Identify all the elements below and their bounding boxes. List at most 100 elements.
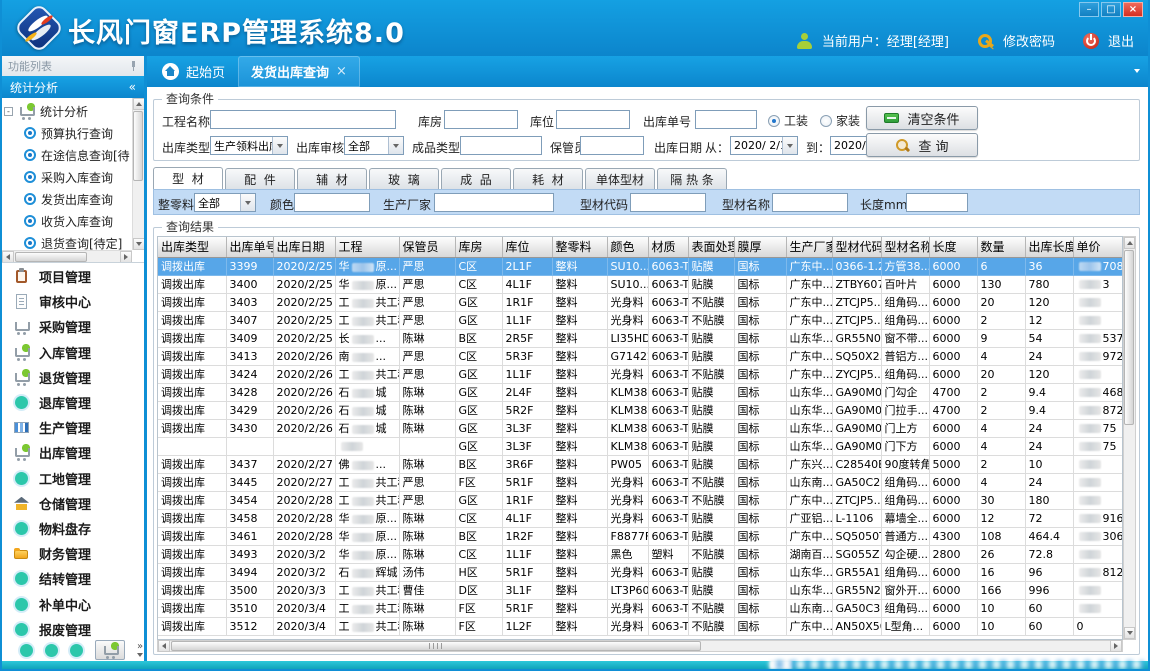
column-header[interactable]: 数量 [977,237,1025,257]
table-row[interactable]: 调拨出库35122020/3/4工共工程陈琳F区1L2F整料光身料6063-T5… [158,617,1123,635]
whole-part-select[interactable]: 全部 [194,193,256,212]
product-type-input[interactable] [460,136,542,155]
tree-item[interactable]: 预算执行查询 [4,122,132,144]
tab-active-document[interactable]: 发货出库查询× [238,56,360,87]
column-header[interactable]: 长度 [929,237,977,257]
table-row[interactable]: G区3L3F整料KLM38176063-T5贴膜国标山东华...GA90M09.… [158,437,1123,455]
grid-horizontal-scrollbar[interactable] [157,640,1123,652]
table-row[interactable]: 调拨出库35002020/3/3工共工程曹佳D区3L1F整料LT3P606063… [158,581,1123,599]
maximize-button[interactable]: □ [1101,2,1121,17]
material-tab[interactable]: 玻 璃 [369,168,439,189]
column-header[interactable]: 库房 [455,237,502,257]
material-tab[interactable]: 配 件 [225,168,295,189]
order-no-input[interactable] [695,110,757,129]
table-row[interactable]: 调拨出库34072020/2/25工共工程严思G区1L1F整料光身料6063-T… [158,311,1123,329]
column-header[interactable]: 膜厚 [734,237,786,257]
tree-item[interactable]: 发货出库查询 [4,188,132,210]
tree-item[interactable]: 退货查询[待定] [4,232,132,250]
radio-gongzhuang[interactable]: 工装 [768,112,808,129]
column-header[interactable]: 型材名称 [881,237,929,257]
table-row[interactable]: 调拨出库34002020/2/25华原...严思C区4L1F整料SU10...6… [158,275,1123,293]
stats-group-header[interactable]: 统计分析 « [2,76,144,98]
table-row[interactable]: 调拨出库34932020/3/2华原...陈琳C区1L1F整料黑色塑料不贴膜国标… [158,545,1123,563]
tree-item[interactable]: 收货入库查询 [4,210,132,232]
column-header[interactable]: 单价 [1073,237,1123,257]
column-header[interactable]: 出库单号 [226,237,273,257]
more-modules-button[interactable]: » [137,643,143,657]
length-input[interactable] [906,193,968,212]
location-input[interactable] [556,110,630,129]
table-row[interactable]: 调拨出库34942020/3/2石辉城汤伟H区5R1F整料光身料6063-T5贴… [158,563,1123,581]
keeper-input[interactable] [580,136,644,155]
column-header[interactable]: 整零料 [552,237,607,257]
out-type-select[interactable]: 生产领料出库 [210,136,288,155]
column-header[interactable]: 工程 [335,237,399,257]
table-row[interactable]: 调拨出库34452020/2/27工共工程严思F区5R1F整料光身料6063-T… [158,473,1123,491]
out-audit-select[interactable]: 全部 [344,136,404,155]
tree-item[interactable]: 在途信息查询[待 [4,144,132,166]
change-password-link[interactable]: 修改密码 [1003,31,1055,50]
column-header[interactable]: 出库日期 [273,237,335,257]
table-row[interactable]: 调拨出库34372020/2/27佛...陈琳B区3R6F整料PW056063-… [158,455,1123,473]
profile-name-input[interactable] [772,193,848,212]
column-header[interactable]: 材质 [648,237,688,257]
tab-close-icon[interactable]: × [336,64,347,79]
module-item[interactable]: 出库管理 [2,440,144,465]
module-dot-icon[interactable] [20,644,33,657]
column-header[interactable]: 生产厂家 [786,237,832,257]
table-row[interactable]: 调拨出库34242020/2/26工共工程严思G区1L1F整料光身料6063-T… [158,365,1123,383]
minimize-button[interactable]: – [1079,2,1099,17]
module-item[interactable]: 退库管理 [2,390,144,415]
module-item[interactable]: 审核中心 [2,289,144,314]
module-item[interactable]: 项目管理 [2,264,144,289]
module-item[interactable]: 退货管理 [2,365,144,390]
tree-root-statistics[interactable]: -统计分析 [4,100,132,122]
pin-icon[interactable] [128,61,138,71]
module-dot-icon[interactable] [45,644,58,657]
module-item[interactable]: 生产管理 [2,415,144,440]
module-item[interactable]: 结转管理 [2,566,144,591]
manufacturer-input[interactable] [434,193,554,212]
table-row[interactable]: 调拨出库34302020/2/26石城陈琳G区3L3F整料KLM38176063… [158,419,1123,437]
collapse-icon[interactable]: « [129,80,136,94]
grid-vertical-scrollbar[interactable] [1123,236,1136,640]
column-header[interactable]: 颜色 [607,237,648,257]
table-row[interactable]: 调拨出库34612020/2/28华原...陈琳B区1R2F整料F8877FT6… [158,527,1123,545]
tree-item[interactable]: 采购入库查询 [4,166,132,188]
color-input[interactable] [294,193,370,212]
table-row[interactable]: 调拨出库35102020/3/4工共工程陈琳F区5R1F整料光身料6063-T5… [158,599,1123,617]
tab-home[interactable]: 起始页 [149,56,238,87]
column-header[interactable]: 出库类型 [158,237,226,257]
module-item[interactable]: 入库管理 [2,340,144,365]
project-name-input[interactable] [210,110,396,129]
logout-link[interactable]: 退出 [1108,31,1134,50]
material-tab[interactable]: 耗 材 [513,168,583,189]
column-header[interactable]: 型材代码 [832,237,881,257]
material-tab[interactable]: 辅 材 [297,168,367,189]
module-item[interactable]: 财务管理 [2,541,144,566]
module-item[interactable]: 采购管理 [2,314,144,339]
column-header[interactable]: 库位 [502,237,552,257]
material-tab[interactable]: 成 品 [441,168,511,189]
table-row[interactable]: 调拨出库34292020/2/26石城陈琳G区5R2F整料KLM38176063… [158,401,1123,419]
module-item[interactable]: 工地管理 [2,466,144,491]
table-row[interactable]: 调拨出库34132020/2/26南...严思C区5R3F整料G71422606… [158,347,1123,365]
module-item[interactable]: 物料盘存 [2,516,144,541]
table-row[interactable]: 调拨出库33992020/2/25华原...严思C区2L1F整料SU10...6… [158,257,1123,275]
module-item[interactable]: 报废管理 [2,617,144,639]
close-button[interactable]: × [1123,2,1143,17]
module-dot-icon[interactable] [70,644,83,657]
module-item[interactable]: 补单中心 [2,591,144,616]
material-tab[interactable]: 型 材 [153,167,223,189]
material-tab[interactable]: 单体型材 [585,168,655,189]
tree-expander-icon[interactable]: - [4,107,13,116]
cart-module-button[interactable] [95,640,125,660]
radio-jiazhuang[interactable]: 家装 [820,112,860,129]
table-row[interactable]: 调拨出库34282020/2/26石城陈琳G区2L4F整料KLM38176063… [158,383,1123,401]
column-header[interactable]: 出库长度 [1025,237,1073,257]
table-row[interactable]: 调拨出库34092020/2/25长...陈琳B区2R5F整料LI35HD606… [158,329,1123,347]
material-tab[interactable]: 隔 热 条 [657,168,727,189]
clear-conditions-button[interactable]: 清空条件 [866,106,978,130]
date-from-picker[interactable]: 2020/ 2/16 [730,136,798,155]
tree-horizontal-scrollbar[interactable] [2,250,132,262]
